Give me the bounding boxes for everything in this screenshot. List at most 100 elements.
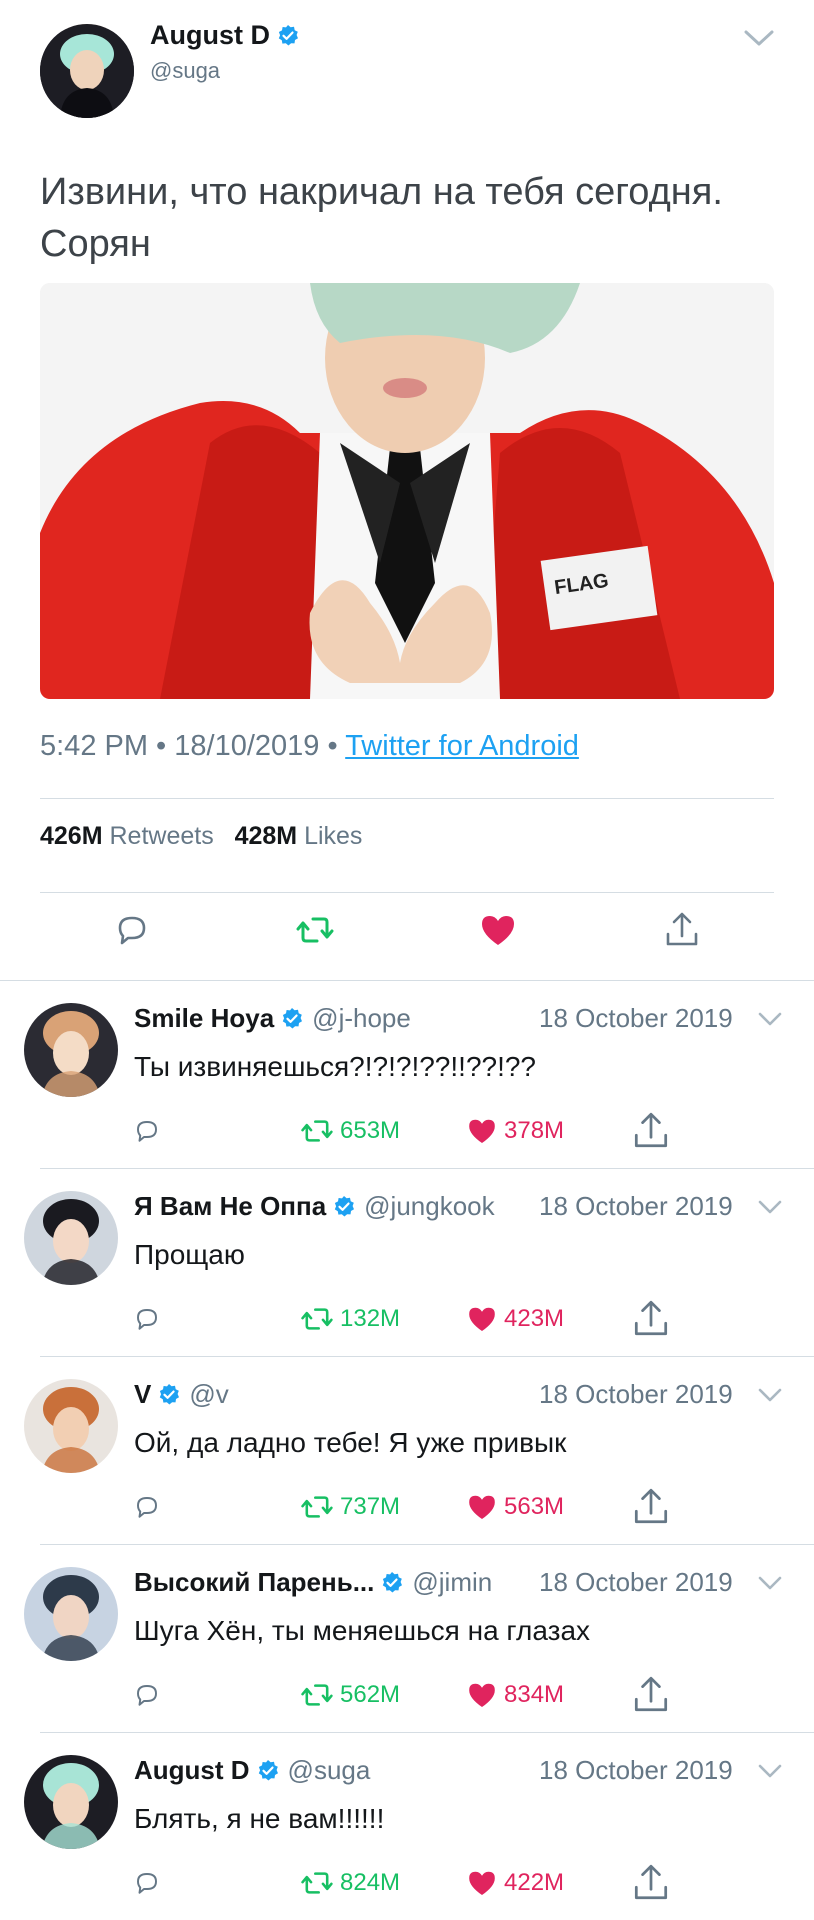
divider — [40, 798, 774, 799]
reply-name-row: Smile Hoya @j-hope — [134, 1003, 411, 1034]
like-icon-filled — [469, 1495, 495, 1519]
share-icon[interactable] — [662, 910, 702, 950]
retweet-icon — [301, 1120, 333, 1142]
avatar[interactable] — [24, 1191, 118, 1285]
tweet-timestamp-row: 5:42 PM • 18/10/2019 • Twitter for Andro… — [40, 730, 579, 763]
retweet-icon — [301, 1684, 333, 1706]
reply-icon — [137, 1309, 157, 1330]
like-button[interactable]: 834M — [466, 1673, 564, 1717]
reply-author-name[interactable]: Высокий Парень... — [134, 1567, 374, 1598]
like-count: 422M — [504, 1869, 565, 1896]
share-button[interactable] — [630, 1485, 678, 1529]
chevron-down-icon[interactable] — [757, 1573, 783, 1593]
reply-tweet[interactable]: V @v 18 October 2019 Ой, да ладно тебе! … — [0, 1357, 814, 1545]
share-icon — [634, 1112, 668, 1148]
retweet-icon[interactable] — [295, 910, 335, 950]
avatar[interactable] — [24, 1003, 118, 1097]
share-button[interactable] — [630, 1861, 678, 1905]
share-button[interactable] — [630, 1297, 678, 1341]
retweet-icon — [301, 1308, 333, 1330]
reply-action-bar: 737M 563M — [0, 1485, 814, 1529]
retweet-count: 132M — [340, 1305, 401, 1332]
share-icon — [634, 1864, 668, 1900]
avatar[interactable] — [24, 1567, 118, 1661]
like-count: 834M — [504, 1681, 565, 1708]
reply-button[interactable] — [132, 1861, 168, 1905]
like-button[interactable]: 423M — [466, 1297, 564, 1341]
verified-badge-icon — [278, 24, 298, 45]
reply-date: 18 October 2019 — [539, 1567, 733, 1597]
like-icon-filled — [469, 1683, 495, 1707]
chevron-down-icon[interactable] — [757, 1197, 783, 1217]
reply-author-handle[interactable]: @jimin — [412, 1567, 492, 1598]
reply-button[interactable] — [132, 1673, 168, 1717]
like-button[interactable]: 422M — [466, 1861, 564, 1905]
tweet-photo: FLAG — [40, 283, 774, 699]
like-button[interactable]: 378M — [466, 1109, 564, 1153]
verified-badge-icon — [160, 1383, 180, 1404]
verified-badge-icon — [383, 1571, 403, 1592]
main-tweet: August D @suga Извини, что накричал на т… — [0, 0, 814, 980]
reply-author-handle[interactable]: @suga — [288, 1755, 371, 1786]
reply-date: 18 October 2019 — [539, 1003, 733, 1033]
reply-text: Блять, я не вам!!!!!! — [134, 1803, 385, 1834]
retweet-button[interactable]: 824M — [300, 1861, 400, 1905]
reply-author-handle[interactable]: @jungkook — [364, 1191, 494, 1222]
like-count: 378M — [504, 1117, 565, 1144]
avatar[interactable] — [24, 1379, 118, 1473]
retweet-count: 824M — [340, 1869, 401, 1896]
tweet-media-image[interactable]: FLAG — [40, 283, 774, 699]
likes-label[interactable]: Likes — [304, 822, 362, 850]
share-button[interactable] — [630, 1673, 678, 1717]
reply-author-name[interactable]: August D — [134, 1755, 250, 1786]
author-name[interactable]: August D — [150, 20, 270, 51]
reply-action-bar: 562M 834M — [0, 1673, 814, 1717]
reply-button[interactable] — [132, 1297, 168, 1341]
retweet-icon — [301, 1496, 333, 1518]
like-button[interactable]: 563M — [466, 1485, 564, 1529]
likes-count[interactable]: 428M — [235, 822, 298, 850]
reply-author-name[interactable]: Smile Hoya — [134, 1003, 274, 1034]
reply-tweet[interactable]: Я Вам Не Оппа @jungkook 18 October 2019 … — [0, 1169, 814, 1357]
avatar-photo — [24, 1191, 118, 1285]
retweet-count: 737M — [340, 1493, 401, 1520]
reply-icon — [137, 1873, 157, 1894]
avatar[interactable] — [24, 1755, 118, 1849]
reply-button[interactable] — [132, 1485, 168, 1529]
reply-tweet[interactable]: August D @suga 18 October 2019 Блять, я … — [0, 1733, 814, 1920]
retweet-button[interactable]: 653M — [300, 1109, 400, 1153]
share-button[interactable] — [630, 1109, 678, 1153]
retweet-button[interactable]: 737M — [300, 1485, 400, 1529]
reply-icon[interactable] — [112, 910, 152, 950]
tweet-date: 18/10/2019 — [174, 730, 320, 762]
reply-date: 18 October 2019 — [539, 1755, 733, 1785]
retweets-count[interactable]: 426M — [40, 822, 103, 850]
verified-badge-icon — [334, 1195, 355, 1216]
reply-name-row: Я Вам Не Оппа @jungkook — [134, 1191, 495, 1222]
retweet-icon — [301, 1872, 333, 1894]
chevron-down-icon[interactable] — [757, 1385, 783, 1405]
retweet-button[interactable]: 132M — [300, 1297, 400, 1341]
retweets-label[interactable]: Retweets — [110, 822, 214, 850]
avatar[interactable] — [40, 24, 134, 118]
like-icon-filled[interactable] — [478, 910, 518, 950]
reply-tweet[interactable]: Высокий Парень... @jimin 18 October 2019… — [0, 1545, 814, 1733]
chevron-down-icon[interactable] — [757, 1761, 783, 1781]
chevron-down-icon[interactable] — [742, 26, 776, 50]
author-handle[interactable]: @suga — [150, 58, 220, 84]
reply-text: Ты извиняешься?!?!?!??!!??!?? — [134, 1051, 537, 1082]
avatar-photo — [24, 1003, 118, 1097]
reply-tweet[interactable]: Smile Hoya @j-hope 18 October 2019 Ты из… — [0, 981, 814, 1169]
reply-author-name[interactable]: Я Вам Не Оппа — [134, 1191, 326, 1222]
like-icon-filled — [469, 1119, 495, 1143]
retweet-button[interactable]: 562M — [300, 1673, 400, 1717]
chevron-down-icon[interactable] — [757, 1009, 783, 1029]
reply-author-handle[interactable]: @v — [189, 1379, 228, 1410]
tweet-source-link[interactable]: Twitter for Android — [345, 730, 579, 762]
verified-badge-icon — [258, 1759, 278, 1780]
reply-author-name[interactable]: V — [134, 1379, 151, 1410]
reply-button[interactable] — [132, 1109, 168, 1153]
reply-author-handle[interactable]: @j-hope — [312, 1003, 411, 1034]
like-icon-filled — [469, 1307, 495, 1331]
reply-name-row: August D @suga — [134, 1755, 370, 1786]
